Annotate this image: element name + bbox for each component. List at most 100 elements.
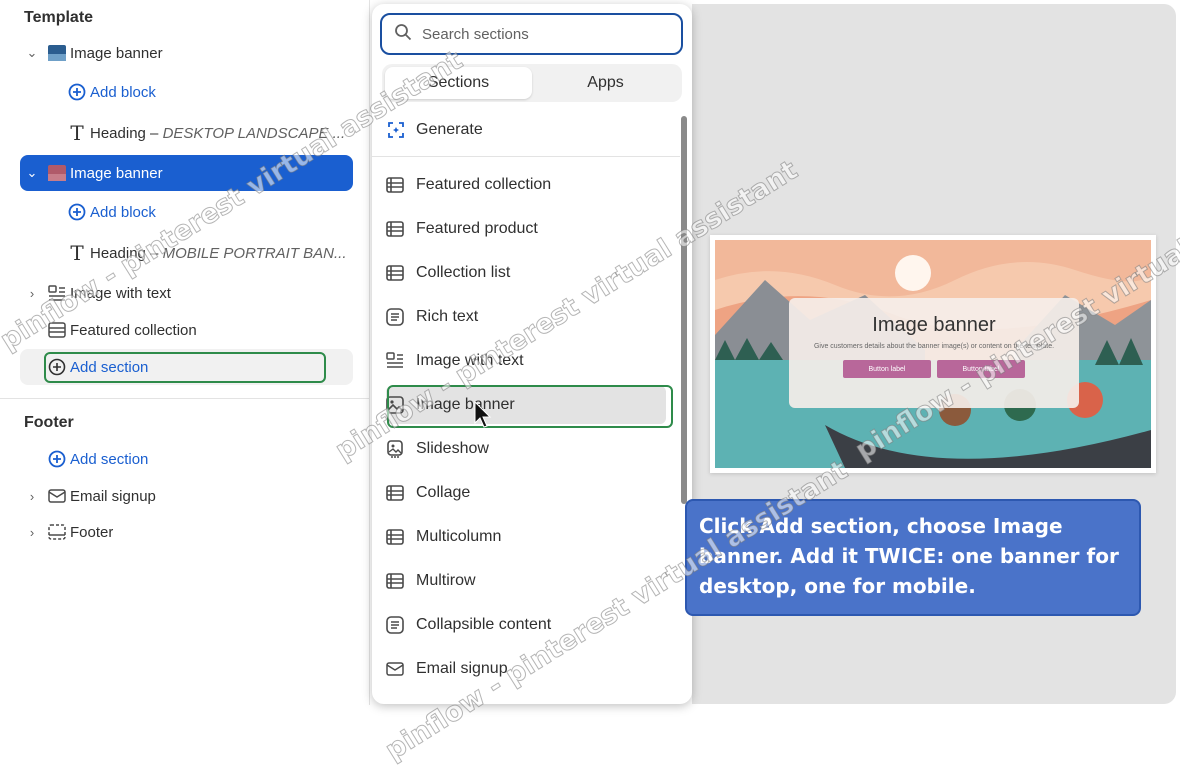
generate-item[interactable]: Generate (386, 111, 666, 149)
layout-list-icon (386, 220, 416, 238)
mouse-cursor-icon (474, 401, 492, 428)
section-option-label: Image with text (416, 352, 524, 369)
section-option-label: Collage (416, 484, 471, 501)
heading-detail: MOBILE PORTRAIT BAN... (162, 244, 347, 262)
email-icon (386, 661, 416, 677)
instruction-callout: Click Add section, choose Image banner. … (685, 499, 1141, 616)
section-option-featured-product[interactable]: Featured product (386, 210, 666, 248)
section-option-label: Collection list (416, 264, 511, 281)
image-banner-thumbnail-icon (44, 45, 70, 61)
heading-label-wrap: Heading – MOBILE PORTRAIT BAN... (90, 245, 347, 262)
banner-button-group: Button label Button label (789, 360, 1079, 378)
highlight-outline-image-banner (387, 385, 673, 428)
section-option-collapsible-content[interactable]: Collapsible content (386, 606, 666, 644)
add-circle-icon (64, 83, 90, 101)
section-option-label: Collapsible content (416, 616, 552, 633)
footer-layout-icon (44, 524, 70, 540)
search-sections-field[interactable] (380, 13, 683, 55)
sidebar-item-heading-mobile[interactable]: T Heading – MOBILE PORTRAIT BAN... (64, 235, 354, 271)
sidebar-item-label: Image banner (70, 44, 163, 62)
sidebar-item-heading-desktop[interactable]: T Heading – DESKTOP LANDSCAPE ... (64, 115, 354, 151)
section-option-slideshow[interactable]: Slideshow (386, 430, 666, 468)
sidebar-item-featured-collection[interactable]: Featured collection (20, 312, 353, 348)
section-option-label: Multirow (416, 572, 476, 589)
layout-list-icon (386, 264, 416, 282)
highlight-outline-add-section (44, 352, 326, 383)
chevron-right-icon[interactable]: › (20, 489, 44, 504)
add-section-popover: Sections Apps Generate Featured collecti… (372, 4, 692, 704)
add-circle-icon (44, 450, 70, 468)
section-option-label: Multicolumn (416, 528, 502, 545)
layout-list-icon (386, 484, 416, 502)
sidebar-item-label: Image banner (70, 164, 163, 182)
chevron-down-icon[interactable]: ⌄ (20, 165, 44, 181)
banner-button-2[interactable]: Button label (937, 360, 1025, 378)
banner-text: Give customers details about the banner … (813, 343, 1055, 350)
sidebar-item-label: Image with text (70, 284, 171, 302)
theme-editor-sidebar: Template ⌄ Image banner Add block T Head… (0, 0, 370, 705)
heading-label: Heading (90, 124, 146, 142)
section-option-label: Featured collection (416, 176, 552, 193)
text-heading-icon: T (70, 121, 84, 145)
section-option-multirow[interactable]: Multirow (386, 562, 666, 600)
section-option-collection-list[interactable]: Collection list (386, 254, 666, 292)
heading-dash: – (145, 244, 163, 262)
banner-button-1[interactable]: Button label (843, 360, 931, 378)
layout-list-icon (386, 572, 416, 590)
add-circle-icon (64, 203, 90, 221)
chevron-right-icon[interactable]: › (20, 286, 44, 301)
heading-dash: – (145, 124, 163, 142)
sidebar-item-email-signup[interactable]: › Email signup (20, 478, 353, 514)
popover-tabs: Sections Apps (382, 64, 682, 102)
popover-separator (372, 156, 680, 157)
banner-title: Image banner (872, 314, 996, 336)
sidebar-item-label: Email signup (70, 487, 156, 505)
generate-sparkle-icon (386, 120, 416, 140)
sidebar-item-image-with-text[interactable]: › Image with text (20, 275, 353, 311)
popover-scrollbar[interactable] (681, 116, 687, 504)
section-option-image-with-text[interactable]: Image with text (386, 342, 666, 380)
sidebar-divider (0, 398, 370, 399)
section-option-featured-collection[interactable]: Featured collection (386, 166, 666, 204)
text-heading-icon: T (70, 241, 84, 265)
sidebar-item-footer[interactable]: › Footer (20, 514, 353, 550)
chevron-down-icon[interactable]: ⌄ (20, 45, 44, 61)
generate-label: Generate (416, 121, 483, 138)
footer-section-title: Footer (24, 414, 74, 431)
section-option-collage[interactable]: Collage (386, 474, 666, 512)
section-option-email-signup[interactable]: Email signup (386, 650, 666, 688)
sidebar-item-label: Featured collection (70, 321, 197, 339)
section-option-label: Slideshow (416, 440, 489, 457)
image-with-text-icon (44, 285, 70, 301)
section-option-label: Featured product (416, 220, 538, 237)
add-block-label: Add block (90, 203, 156, 221)
section-option-label: Rich text (416, 308, 479, 325)
email-icon (44, 489, 70, 503)
tab-apps[interactable]: Apps (532, 67, 679, 99)
add-section-button-footer[interactable]: Add section (20, 441, 353, 477)
heading-label: Heading (90, 244, 146, 262)
add-block-button-1[interactable]: Add block (64, 74, 264, 110)
heading-detail: DESKTOP LANDSCAPE ... (162, 124, 346, 142)
section-option-rich-text[interactable]: Rich text (386, 298, 666, 336)
section-option-label: Email signup (416, 660, 508, 677)
image-banner-thumbnail-icon (44, 165, 70, 181)
sidebar-item-label: Footer (70, 523, 114, 541)
add-block-label: Add block (90, 83, 156, 101)
search-input[interactable] (422, 25, 662, 43)
sidebar-item-image-banner-2[interactable]: ⌄ Image banner (20, 155, 353, 191)
search-icon (394, 23, 412, 46)
template-section-title: Template (24, 9, 94, 26)
add-section-label: Add section (70, 450, 149, 468)
add-block-button-2[interactable]: Add block (64, 194, 264, 230)
layout-list-icon (44, 322, 70, 338)
layout-list-icon (386, 528, 416, 546)
right-edge-strip (1176, 30, 1180, 670)
sidebar-item-image-banner-1[interactable]: ⌄ Image banner (20, 35, 353, 71)
heading-label-wrap: Heading – DESKTOP LANDSCAPE ... (90, 125, 345, 142)
tab-sections[interactable]: Sections (385, 67, 532, 99)
chevron-right-icon[interactable]: › (20, 525, 44, 540)
image-with-text-icon (386, 352, 416, 370)
section-option-multicolumn[interactable]: Multicolumn (386, 518, 666, 556)
layout-list-icon (386, 176, 416, 194)
